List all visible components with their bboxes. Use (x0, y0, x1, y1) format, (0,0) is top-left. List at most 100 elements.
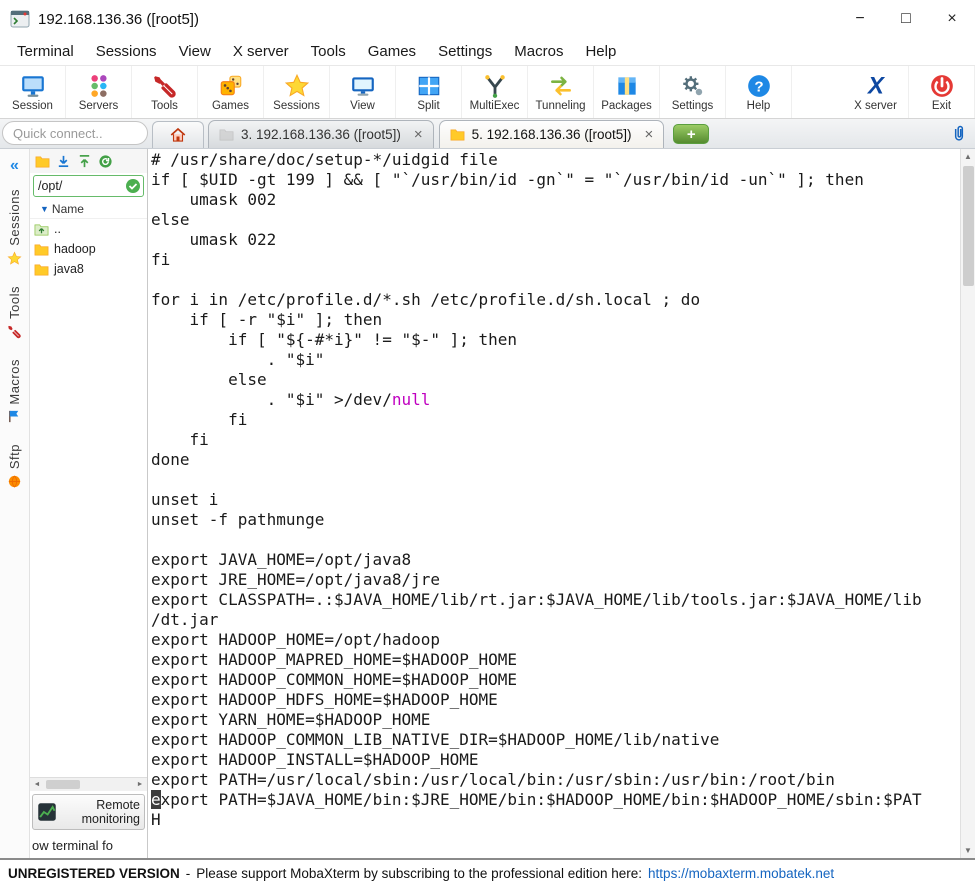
tab-close-icon[interactable]: × (414, 127, 423, 142)
terminal-line: if [ "${-#*i}" != "$-" ]; then (151, 330, 518, 349)
check-icon[interactable] (125, 178, 141, 194)
hscrollbar-thumb[interactable] (46, 780, 80, 789)
mobatek-link[interactable]: https://mobaxterm.mobatek.net (648, 866, 834, 881)
menu-item-help[interactable]: Help (574, 40, 627, 63)
file-panel-toolbar (30, 149, 147, 173)
toolbar-button-servers[interactable]: Servers (66, 66, 132, 118)
folder-icon[interactable] (35, 154, 50, 169)
toolbar-button-multiexec[interactable]: MultiExec (462, 66, 528, 118)
scrollbar-thumb[interactable] (963, 166, 974, 286)
terminal-line: if [ -r "$i" ]; then (151, 310, 383, 329)
follow-terminal-folder-checkbox[interactable]: ow terminal fo (30, 832, 147, 858)
wrench-icon (7, 324, 22, 339)
sidebar-tab-tools[interactable]: Tools (7, 286, 22, 339)
remote-monitoring-button[interactable]: Remote monitoring (32, 794, 145, 830)
terminal-line: fi (151, 410, 248, 429)
tab-close-icon[interactable]: × (645, 127, 654, 142)
terminal-line: export HADOOP_COMMON_HOME=$HADOOP_HOME (151, 670, 518, 689)
toolbar-button-split[interactable]: Split (396, 66, 462, 118)
remote-monitoring-label: Remote monitoring (81, 797, 140, 826)
tunneling-icon (548, 73, 574, 99)
quick-connect-input[interactable] (2, 121, 148, 145)
status-separator: - (185, 866, 191, 881)
packages-icon (614, 73, 640, 99)
terminal[interactable]: # /usr/share/doc/setup-*/uidgid file if [… (148, 149, 975, 858)
toolbar-label: Packages (601, 99, 652, 112)
sidebar-tab-sftp[interactable]: Sftp (7, 444, 22, 489)
file-list-header[interactable]: ▼ Name (30, 199, 147, 219)
menu-item-settings[interactable]: Settings (427, 40, 503, 63)
new-tab-button[interactable]: + (673, 124, 710, 144)
paperclip-icon[interactable] (949, 124, 969, 144)
toolbar-button-session[interactable]: Session (0, 66, 66, 118)
toolbar-button-x-server[interactable]: XX server (843, 66, 909, 118)
menu-bar: Terminal Sessions View X server Tools Games Se… (0, 38, 975, 65)
toolbar-label: View (350, 99, 375, 112)
download-icon[interactable] (56, 154, 71, 169)
terminal-line: H (151, 810, 161, 829)
menu-item-macros[interactable]: Macros (503, 40, 574, 63)
toolbar-button-sessions[interactable]: Sessions (264, 66, 330, 118)
close-icon[interactable]: × (929, 0, 975, 38)
minimize-icon[interactable]: − (837, 0, 883, 38)
toolbar-button-exit[interactable]: Exit (909, 66, 975, 118)
menu-item-sessions[interactable]: Sessions (85, 40, 168, 63)
home-tab[interactable] (152, 121, 204, 148)
file-entry-name: hadoop (54, 242, 96, 256)
upload-icon[interactable] (77, 154, 92, 169)
terminal-line: else (151, 210, 190, 229)
terminal-content[interactable]: # /usr/share/doc/setup-*/uidgid file if [… (148, 149, 960, 858)
exit-icon (929, 73, 955, 99)
folder-up-icon (34, 222, 49, 237)
terminal-line: export HADOOP_HOME=/opt/hadoop (151, 630, 440, 649)
file-entry[interactable]: .. (30, 219, 147, 239)
terminal-line: export HADOOP_HDFS_HOME=$HADOOP_HOME (151, 690, 498, 709)
toolbar-button-games[interactable]: Games (198, 66, 264, 118)
toolbar-button-help[interactable]: ? Help (726, 66, 792, 118)
terminal-tab[interactable]: 3. 192.168.136.36 ([root5]) × (208, 120, 434, 148)
status-bar: UNREGISTERED VERSION - Please support Mo… (0, 858, 975, 887)
file-browser-panel: ▼ Name .. hadoop java8 ◄ ► Remote monitori… (30, 149, 148, 858)
terminal-scrollbar[interactable]: ▲ ▼ (960, 149, 975, 858)
toolbar-button-packages[interactable]: Packages (594, 66, 660, 118)
toolbar-button-tunneling[interactable]: Tunneling (528, 66, 594, 118)
sidebar-tab-sessions[interactable]: Sessions (7, 189, 22, 266)
file-entry[interactable]: java8 (30, 259, 147, 279)
terminal-line: unset -f pathmunge (151, 510, 325, 529)
menu-item-x-server[interactable]: X server (222, 40, 300, 63)
menu-item-view[interactable]: View (168, 40, 222, 63)
horizontal-scrollbar[interactable]: ◄ ► (30, 777, 147, 791)
scroll-right-icon[interactable]: ► (133, 778, 147, 791)
terminal-tab[interactable]: 5. 192.168.136.36 ([root5]) × (438, 120, 665, 148)
svg-text:?: ? (754, 78, 763, 95)
sidebar-tab-macros[interactable]: Macros (7, 359, 22, 425)
split-icon (416, 73, 442, 99)
double-chevron-left-icon[interactable]: « (10, 157, 19, 175)
maximize-icon[interactable]: □ (883, 0, 929, 38)
path-input[interactable] (38, 179, 116, 193)
scrollbar-track[interactable] (961, 164, 975, 843)
sidebar-tab-label: Macros (7, 358, 22, 405)
settings-icon (680, 73, 706, 99)
terminal-line: fi (151, 430, 209, 449)
help-icon: ? (746, 73, 772, 99)
folder-icon (34, 262, 49, 277)
menu-item-terminal[interactable]: Terminal (6, 40, 85, 63)
menu-item-games[interactable]: Games (357, 40, 427, 63)
tab-strip: 3. 192.168.136.36 ([root5]) × 5. 192.168.1… (208, 120, 669, 148)
file-entry-name: .. (54, 222, 61, 236)
scroll-left-icon[interactable]: ◄ (30, 778, 44, 791)
svg-text:X: X (866, 73, 886, 99)
toolbar-label: Servers (78, 99, 119, 112)
refresh-icon[interactable] (98, 154, 113, 169)
toolbar-button-settings[interactable]: Settings (660, 66, 726, 118)
scroll-down-icon[interactable]: ▼ (961, 843, 975, 858)
toolbar-button-view[interactable]: View (330, 66, 396, 118)
toolbar-button-tools[interactable]: Tools (132, 66, 198, 118)
file-entry[interactable]: hadoop (30, 239, 147, 259)
monitoring-chart-icon (37, 802, 57, 822)
menu-item-tools[interactable]: Tools (300, 40, 357, 63)
scroll-up-icon[interactable]: ▲ (961, 149, 975, 164)
